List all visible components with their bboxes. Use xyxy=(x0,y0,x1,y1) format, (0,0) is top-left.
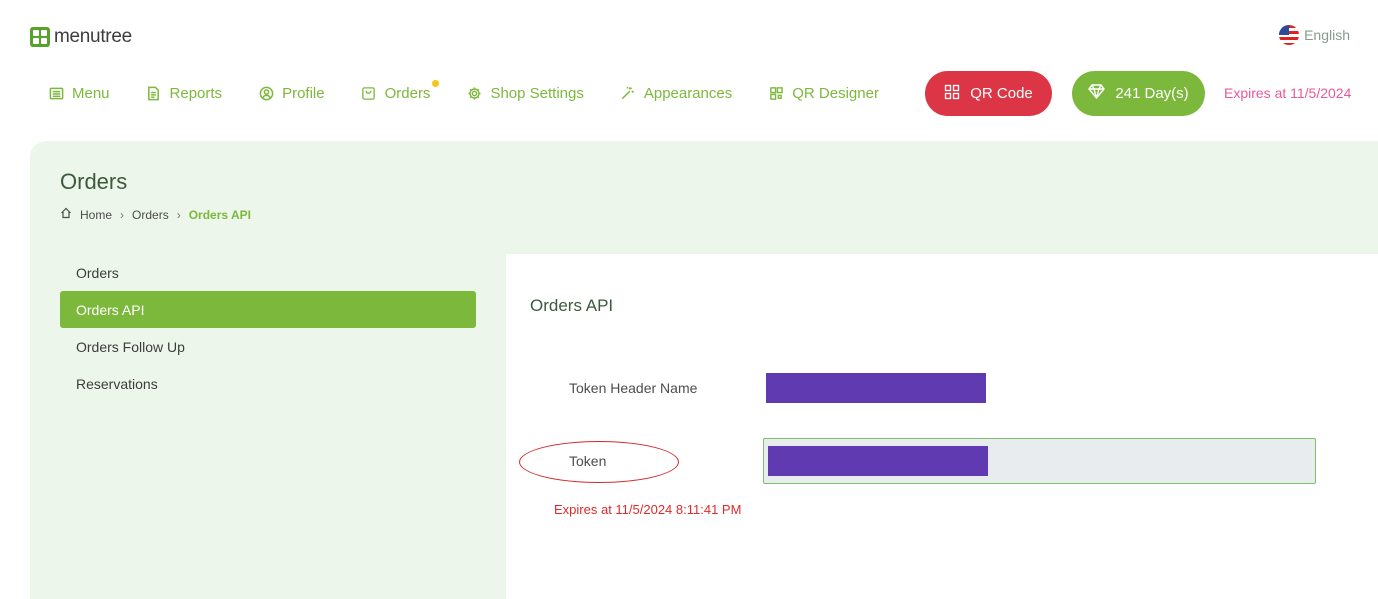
section-title: Orders API xyxy=(530,296,614,315)
nav-label: Reports xyxy=(169,84,223,102)
language-label: English xyxy=(1304,27,1350,43)
top-nav: Menu Reports Profile Orders Shop Setting… xyxy=(48,80,915,102)
orders-sidebar: Orders Orders API Orders Follow Up Reser… xyxy=(60,254,476,402)
days-remaining-button[interactable]: 241 Day(s) xyxy=(1072,71,1205,116)
token-label: Token xyxy=(569,453,607,469)
nav-item-appearances[interactable]: Appearances xyxy=(620,84,732,102)
sidebar-item-reservations[interactable]: Reservations xyxy=(60,365,476,402)
nav-item-orders[interactable]: Orders xyxy=(361,80,440,102)
breadcrumb: Home › Orders › Orders API xyxy=(60,207,251,222)
nav-item-reports[interactable]: Reports xyxy=(146,84,223,102)
bag-icon xyxy=(361,85,377,101)
nav-item-menu[interactable]: Menu xyxy=(48,84,110,102)
us-flag-icon xyxy=(1279,25,1300,45)
page-title: Orders xyxy=(60,169,128,194)
breadcrumb-current: Orders API xyxy=(188,207,251,222)
nav-item-profile[interactable]: Profile xyxy=(258,84,325,102)
language-selector[interactable]: English xyxy=(1279,25,1350,45)
subscription-expiry: Expires at 11/5/2024 xyxy=(1224,85,1352,101)
home-icon xyxy=(60,207,72,222)
gear-icon xyxy=(466,85,482,101)
diamond-icon xyxy=(1088,84,1106,103)
token-field[interactable] xyxy=(763,438,1316,484)
qr-code-button[interactable]: QR Code xyxy=(925,71,1052,116)
sidebar-item-orders[interactable]: Orders xyxy=(60,254,476,291)
brand-logo[interactable]: menutree xyxy=(30,26,132,48)
nav-label: QR Designer xyxy=(792,84,879,102)
redacted-token-header-value xyxy=(766,373,986,403)
sidebar-item-orders-api[interactable]: Orders API xyxy=(60,291,476,328)
days-label: 241 Day(s) xyxy=(1115,85,1189,102)
token-expiry: Expires at 11/5/2024 8:11:41 PM xyxy=(554,502,742,517)
qr-code-label: QR Code xyxy=(970,85,1033,102)
notification-dot xyxy=(432,80,440,87)
nav-label: Profile xyxy=(282,84,325,102)
chevron-right-icon: › xyxy=(176,207,181,222)
qr-icon xyxy=(944,84,960,104)
document-icon xyxy=(146,85,162,101)
logo-icon xyxy=(30,27,50,47)
nav-label: Orders xyxy=(384,84,431,102)
nav-label: Appearances xyxy=(643,84,733,102)
breadcrumb-home[interactable]: Home xyxy=(80,208,112,222)
token-header-label: Token Header Name xyxy=(569,380,698,396)
breadcrumb-orders[interactable]: Orders xyxy=(132,208,169,222)
nav-label: Menu xyxy=(72,84,110,102)
wand-icon xyxy=(620,85,636,101)
sidebar-item-orders-follow-up[interactable]: Orders Follow Up xyxy=(60,328,476,365)
brand-name: menutree xyxy=(54,26,132,47)
redacted-token-value xyxy=(768,446,988,476)
nav-item-qr-designer[interactable]: QR Designer xyxy=(768,84,879,102)
qr-icon xyxy=(768,85,784,101)
content-card: Orders API Token Header Name Token Expir… xyxy=(506,254,1378,599)
user-icon xyxy=(258,85,274,101)
chevron-right-icon: › xyxy=(120,207,125,222)
menu-icon xyxy=(48,85,64,101)
nav-label: Shop Settings xyxy=(490,84,584,102)
nav-item-shop-settings[interactable]: Shop Settings xyxy=(466,84,584,102)
